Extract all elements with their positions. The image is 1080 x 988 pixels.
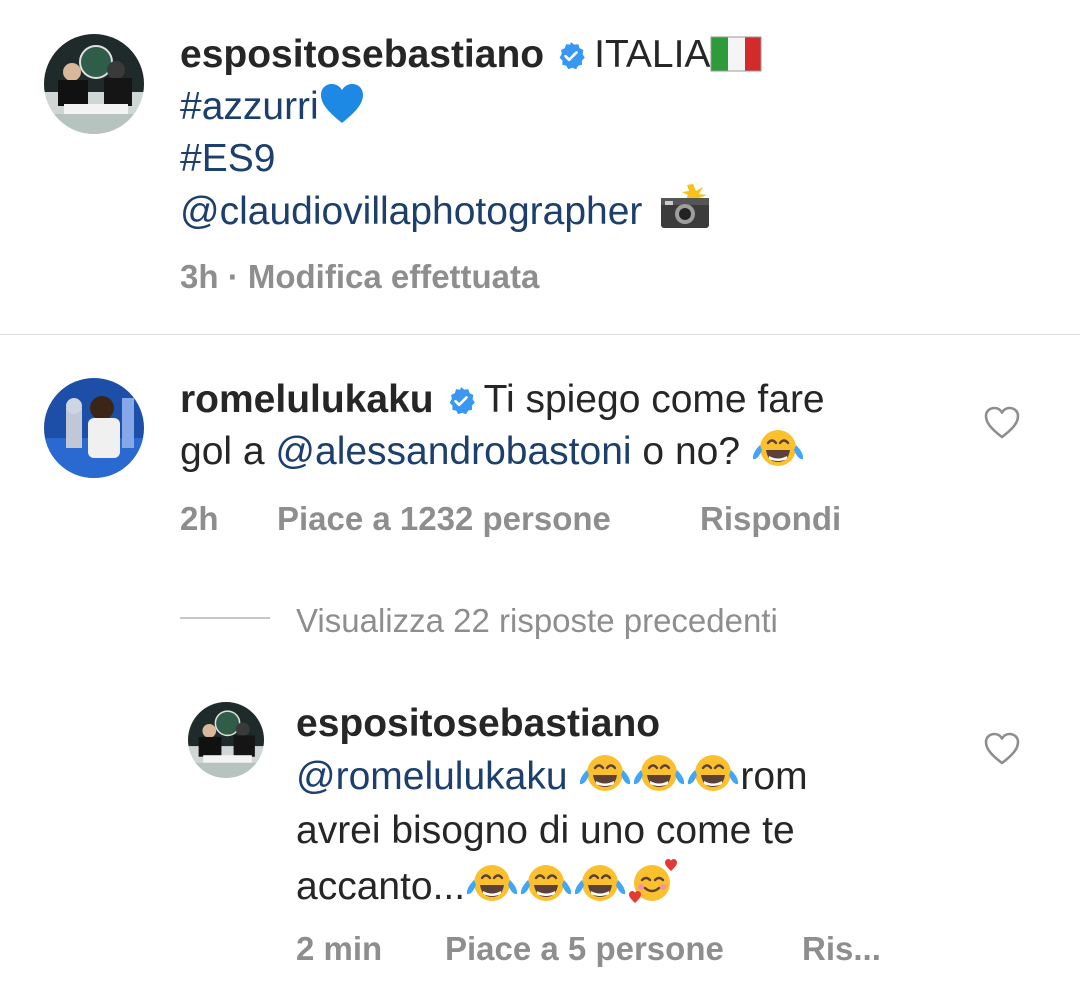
tears-of-joy-emoji bbox=[751, 426, 805, 485]
caption-line-4: @claudiovillaphotographer bbox=[180, 184, 711, 245]
tears-of-joy-emoji bbox=[465, 861, 519, 920]
comment1-text-3: o no? bbox=[642, 430, 741, 473]
mention-claudiovillaphotographer[interactable]: @claudiovillaphotographer bbox=[180, 190, 642, 233]
reply1-text-2: avrei bisogno di uno come te bbox=[296, 809, 795, 852]
avatar-photo bbox=[44, 378, 144, 478]
mention-alessandrobastoni[interactable]: @alessandrobastoni bbox=[275, 430, 631, 473]
comment1-text-2: gol a bbox=[180, 430, 265, 473]
hashtag-es9[interactable]: #ES9 bbox=[180, 132, 275, 186]
mention-romelulukaku[interactable]: @romelulukaku bbox=[296, 755, 568, 798]
caption-line-2: #azzurri bbox=[180, 80, 365, 140]
tears-of-joy-emoji bbox=[632, 751, 686, 810]
avatar-photo bbox=[44, 34, 144, 134]
comment1-likes[interactable]: Piace a 1232 persone bbox=[277, 500, 611, 538]
caption-edited: Modifica effettuata bbox=[247, 258, 540, 295]
view-replies-button[interactable]: Visualizza 22 risposte precedenti bbox=[296, 602, 778, 640]
reply1-text-1: rom bbox=[740, 755, 808, 798]
smiling-face-hearts-emoji bbox=[627, 857, 681, 920]
verified-badge-icon bbox=[556, 32, 586, 86]
reply1-heart-icon[interactable] bbox=[984, 732, 1020, 771]
camera-flash-icon bbox=[659, 184, 711, 245]
caption-line-1: espositosebastiano ITALIA bbox=[180, 28, 762, 88]
tears-of-joy-emoji bbox=[519, 861, 573, 920]
comment1-heart-icon[interactable] bbox=[984, 406, 1020, 445]
reply1-line-3: accanto... bbox=[296, 857, 681, 920]
reply1-text-3: accanto... bbox=[296, 865, 466, 908]
reply1-likes[interactable]: Piace a 5 persone bbox=[445, 930, 724, 968]
comment-avatar-romelulukaku[interactable] bbox=[44, 378, 144, 478]
comment1-text-1: Ti spiego come fare bbox=[483, 378, 825, 421]
tears-of-joy-emoji bbox=[578, 751, 632, 810]
avatar-photo bbox=[188, 702, 264, 778]
tears-of-joy-emoji bbox=[573, 861, 627, 920]
hashtag-azzurri[interactable]: #azzurri bbox=[180, 85, 319, 128]
reply1-line-1: @romelulukaku rom bbox=[296, 750, 808, 810]
blue-heart-icon bbox=[319, 83, 365, 140]
caption-text-italia: ITALIA bbox=[594, 33, 711, 76]
comment1-reply-button[interactable]: Rispondi bbox=[700, 500, 841, 538]
comment1-line-2: gol a @alessandrobastoni o no? bbox=[180, 425, 805, 485]
reply-avatar-espositosebastiano[interactable] bbox=[188, 702, 264, 778]
reply1-reply-button[interactable]: Ris... bbox=[802, 930, 881, 968]
comment1-time: 2h bbox=[180, 500, 219, 537]
caption-time: 3h bbox=[180, 258, 219, 295]
caption-meta: 3h · Modifica effettuata bbox=[180, 258, 539, 296]
verified-badge-icon bbox=[446, 377, 476, 431]
tears-of-joy-emoji bbox=[686, 751, 740, 810]
meta-separator: · bbox=[227, 258, 239, 295]
caption-username[interactable]: espositosebastiano bbox=[180, 33, 544, 76]
comment1-username[interactable]: romelulukaku bbox=[180, 378, 434, 421]
caption-divider bbox=[0, 334, 1080, 335]
reply1-time: 2 min bbox=[296, 930, 383, 967]
reply1-username[interactable]: espositosebastiano bbox=[296, 697, 660, 751]
comment1-line-1: romelulukaku Ti spiego come fare bbox=[180, 373, 825, 431]
caption-avatar[interactable] bbox=[44, 34, 144, 134]
replies-line bbox=[180, 617, 270, 619]
italy-flag-icon bbox=[710, 34, 762, 88]
